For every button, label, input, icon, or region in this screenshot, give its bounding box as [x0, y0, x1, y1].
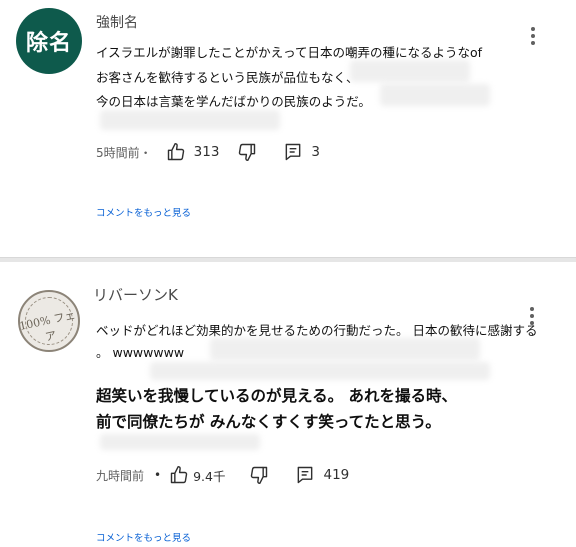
blurred-overlay	[100, 110, 280, 130]
comment-line: 今の日本は言葉を学んだばかりの民族のようだ。	[96, 94, 371, 109]
like-button[interactable]: 313	[166, 142, 220, 162]
more-vert-icon[interactable]	[522, 304, 542, 328]
blurred-overlay	[350, 60, 470, 82]
like-count: 9.4千	[193, 468, 226, 484]
blurred-overlay	[150, 362, 490, 380]
blurred-overlay	[100, 434, 260, 450]
thumbs-up-icon	[170, 465, 188, 484]
show-more-comments-link[interactable]: コメントをもっと見る	[96, 205, 191, 219]
username[interactable]: リバーソンK	[93, 284, 178, 305]
comment-line: 。 wwwwwww	[96, 345, 185, 360]
meta-dot: •	[154, 468, 162, 482]
dislike-button[interactable]	[249, 465, 269, 485]
timestamp: 九時間前	[96, 468, 145, 483]
comment-line-large: 超笑いを我慢しているのが見える。 あれを撮る時、	[96, 387, 457, 405]
comment-line: ベッドがどれほど効果的かを見せるための行動だった。 日本の歓待に感謝する	[96, 323, 538, 338]
thumbs-down-icon	[251, 466, 268, 485]
reply-button[interactable]: 3	[283, 142, 320, 162]
blurred-overlay	[380, 84, 490, 106]
avatar-text: 除名	[25, 31, 72, 56]
comment-line: お客さんを歓待するという民族が品位もなく、	[96, 70, 359, 85]
like-button[interactable]: 9.4千	[169, 465, 225, 485]
thumbs-down-icon	[239, 143, 256, 162]
comment-actions: 九時間前 • 9.4千 419	[96, 465, 349, 485]
comment-line-large: 前で同僚たちが みんなくすくす笑ってたと思う。	[96, 413, 441, 431]
avatar[interactable]: 100% フェア	[18, 290, 80, 352]
comment-actions: 5時間前・ 313 3	[96, 142, 320, 162]
more-vert-icon[interactable]	[523, 24, 543, 48]
comment-icon	[298, 466, 313, 484]
comment-line: イスラエルが謝罪したことがかえって日本の嘲弄の種になるようなof	[96, 45, 483, 60]
thumbs-up-icon	[167, 142, 184, 161]
reply-count: 3	[311, 144, 321, 160]
show-more-comments-link[interactable]: コメントをもっと見る	[96, 530, 191, 544]
blurred-overlay	[210, 338, 480, 360]
reply-count: 419	[323, 467, 350, 483]
like-count: 313	[193, 144, 220, 160]
avatar[interactable]: 除名	[16, 8, 82, 74]
reply-button[interactable]: 419	[295, 465, 349, 485]
dislike-button[interactable]	[237, 142, 257, 162]
comment-icon	[286, 143, 301, 161]
username[interactable]: 強制名	[96, 12, 138, 32]
comment-card-2: 100% フェア リバーソンK ベッドがどれほど効果的かを見せるための行動だった…	[0, 262, 576, 547]
comment-card-1: 除名 強制名 イスラエルが謝罪したことがかえって日本の嘲弄の種になるようなof …	[0, 0, 576, 257]
timestamp: 5時間前・	[96, 145, 152, 160]
